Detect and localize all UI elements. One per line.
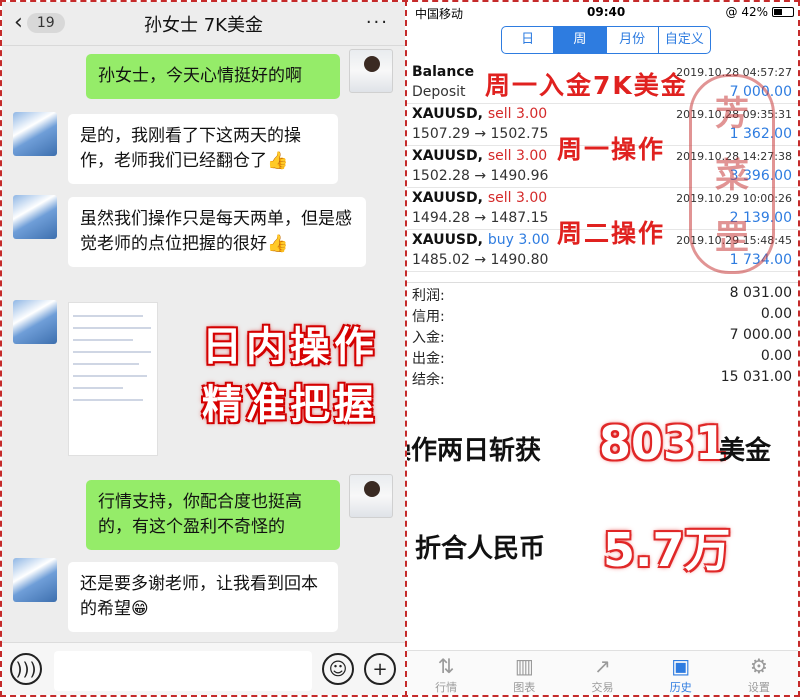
voice-icon[interactable]: ))) — [10, 653, 42, 685]
annotation-tuesday: 周二操作 — [557, 219, 666, 248]
avatar-teacher[interactable] — [349, 49, 393, 93]
tab-settings[interactable]: ⚙ 设置 — [720, 651, 798, 695]
row-detail: 1507.29 → 1502.75 — [412, 126, 549, 142]
row-action: sell 3.00 — [487, 190, 548, 206]
clock: 09:40 — [587, 5, 626, 19]
segment-month[interactable]: 月份 — [605, 27, 658, 53]
promo-line2-prefix: 折合人民币 — [415, 534, 546, 564]
segment-custom[interactable]: 自定义 — [657, 27, 710, 53]
battery-label: @ 42% — [725, 5, 769, 19]
summary-row: 利润: 8 031.00 — [412, 285, 792, 304]
avatar-teacher[interactable] — [349, 474, 393, 518]
row-symbol-wrap: XAUUSD, sell 3.00 — [412, 148, 547, 164]
summary-row: 结余: 15 031.00 — [412, 369, 792, 388]
chevron-left-icon: ‹ — [14, 10, 23, 35]
row-detail: 1485.02 → 1490.80 — [412, 252, 549, 268]
segment-day[interactable]: 日 — [502, 27, 553, 53]
avatar-client[interactable] — [13, 112, 57, 156]
row-symbol: XAUUSD, — [412, 148, 483, 164]
row-symbol-wrap: XAUUSD, sell 3.00 — [412, 190, 547, 206]
unread-badge: 19 — [26, 12, 65, 33]
row-detail: Deposit — [412, 84, 466, 100]
screenshot-image-message[interactable] — [68, 302, 158, 456]
history-icon: ▣ — [671, 654, 691, 678]
summary-row: 信用: 0.00 — [412, 306, 792, 325]
tab-quotes[interactable]: ⇅ 行情 — [407, 651, 485, 695]
summary-section: 利润: 8 031.00 信用: 0.00 入金: 7 000.00 出金: 0.00 … — [407, 282, 798, 388]
battery-icon — [772, 7, 794, 17]
avatar-client[interactable] — [13, 195, 57, 239]
chat-panel: ‹ 19 孙女士 7K美金 ··· 孙女士，今天心情挺好的啊 是的，我刚看了下这… — [2, 2, 405, 695]
settings-icon: ⚙ — [749, 654, 768, 678]
annotation-monday: 周一操作 — [557, 135, 666, 164]
row-action: sell 3.00 — [487, 148, 548, 164]
message-bubble[interactable]: 是的，我刚看了下这两天的操作，老师我们已经翻仓了👍 — [68, 114, 338, 184]
trading-history-panel: 中国移动 09:40 @ 42% 日 周 月份 自定义 Balance Depo… — [407, 2, 798, 695]
row-symbol: XAUUSD, — [412, 190, 483, 206]
seal-stamp: 芳菜罡 — [689, 74, 775, 274]
tab-trade[interactable]: ↗ 交易 — [563, 651, 641, 695]
summary-row: 入金: 7 000.00 — [412, 327, 792, 346]
back-button[interactable]: ‹ 19 — [14, 10, 65, 35]
promo-line1-suffix: 美金 — [719, 436, 772, 466]
message-bubble[interactable]: 虽然我们操作只是每天两单，但是感觉老师的点位把握的很好👍 — [68, 197, 366, 267]
plus-icon[interactable]: + — [364, 653, 396, 685]
status-bar: 中国移动 09:40 @ 42% — [407, 2, 798, 22]
tab-history[interactable]: ▣ 历史 — [642, 651, 720, 695]
message-bubble[interactable]: 还是要多谢老师，让我看到回本的希望😁 — [68, 562, 338, 632]
carrier-label: 中国移动 — [415, 7, 464, 21]
trade-icon: ↗ — [594, 654, 611, 678]
avatar-client[interactable] — [13, 300, 57, 344]
period-selector: 日 周 月份 自定义 — [501, 26, 711, 54]
row-symbol: Balance — [412, 64, 475, 80]
more-icon[interactable]: ··· — [366, 12, 389, 33]
message-input[interactable] — [54, 651, 312, 691]
tab-chart[interactable]: ▥ 图表 — [485, 651, 563, 695]
annotation-deposit: 周一入金7K美金 — [485, 71, 688, 100]
message-bubble[interactable]: 孙女士，今天心情挺好的啊 — [86, 54, 340, 99]
row-detail: 1502.28 → 1490.96 — [412, 168, 549, 184]
overlay-caption: 日内操作精准把握 — [202, 324, 378, 428]
row-action: sell 3.00 — [487, 106, 548, 122]
row-symbol-wrap: XAUUSD, sell 3.00 — [412, 106, 547, 122]
row-detail: 1494.28 → 1487.15 — [412, 210, 549, 226]
avatar-client[interactable] — [13, 558, 57, 602]
chart-icon: ▥ — [514, 654, 534, 678]
chat-input-bar: ))) ☺ + — [2, 642, 405, 695]
message-bubble[interactable]: 行情支持，你配合度也挺高的，有这个盈利不奇怪的 — [86, 480, 340, 550]
emoji-icon[interactable]: ☺ — [322, 653, 354, 685]
row-action: buy 3.00 — [487, 232, 550, 248]
row-symbol: XAUUSD, — [412, 232, 483, 248]
summary-row: 出金: 0.00 — [412, 348, 792, 367]
quotes-icon: ⇅ — [437, 654, 455, 678]
bottom-tab-bar: ⇅ 行情 ▥ 图表 ↗ 交易 ▣ 历史 ⚙ 设置 — [407, 650, 798, 695]
promo-line1-prefix: 操作两日斩获 — [407, 436, 542, 466]
chat-header: ‹ 19 孙女士 7K美金 ··· — [2, 2, 405, 46]
promo-line2-number: 5.7万 — [603, 523, 731, 577]
row-symbol: XAUUSD, — [412, 106, 483, 122]
segment-week[interactable]: 周 — [553, 27, 606, 53]
promo-line1-number: 8031 — [599, 416, 728, 470]
row-symbol-wrap: XAUUSD, buy 3.00 — [412, 232, 550, 248]
